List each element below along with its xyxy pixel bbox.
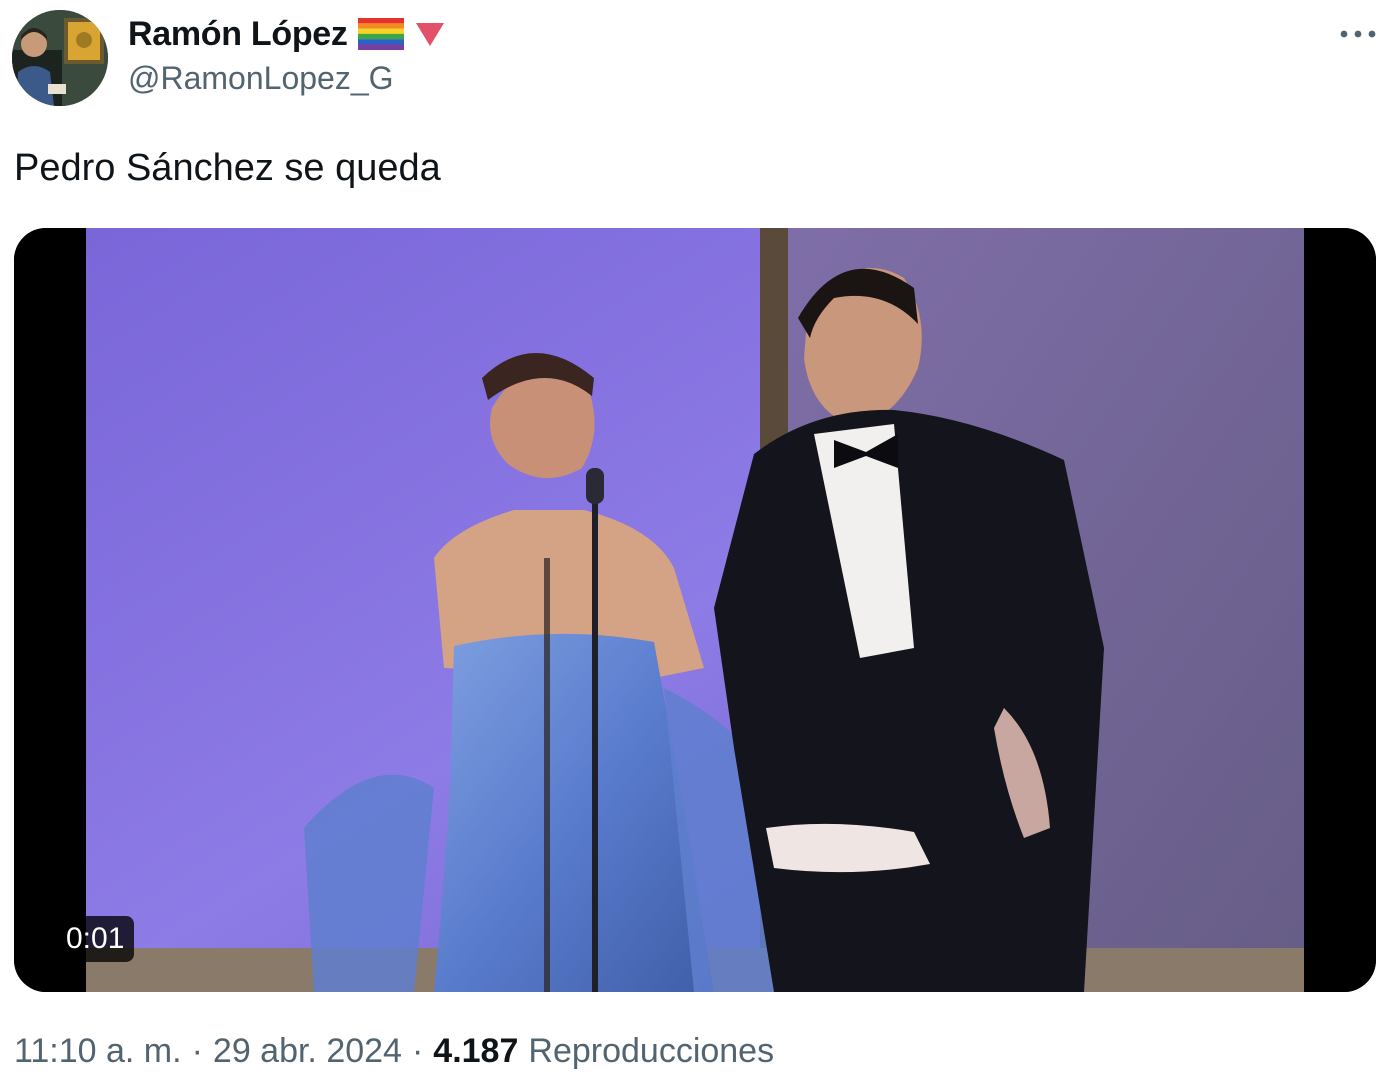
avatar[interactable] xyxy=(12,10,108,106)
tweet-date[interactable]: 29 abr. 2024 xyxy=(213,1032,402,1071)
views-label: Reproducciones xyxy=(528,1032,775,1070)
author-name-row: Ramón López xyxy=(128,12,446,56)
meta-separator: · xyxy=(191,1032,203,1070)
video-player[interactable]: 0:01 xyxy=(14,228,1376,992)
tweet-meta: 11:10 a. m. · 29 abr. 2024 · 4.187 Repro… xyxy=(14,1032,774,1071)
display-name[interactable]: Ramón López xyxy=(128,15,348,54)
tweet-time[interactable]: 11:10 a. m. xyxy=(14,1032,182,1071)
rainbow-flag-icon xyxy=(357,18,404,50)
video-duration-badge: 0:01 xyxy=(56,916,135,962)
red-triangle-icon xyxy=(414,20,446,48)
more-options-icon xyxy=(1340,30,1376,38)
author-handle[interactable]: @RamonLopez_G xyxy=(128,60,394,97)
views-count: 4.187 xyxy=(433,1032,519,1070)
more-options-button[interactable] xyxy=(1334,18,1382,50)
tweet-text: Pedro Sánchez se queda xyxy=(14,147,441,189)
avatar-image xyxy=(12,10,108,106)
meta-separator: · xyxy=(411,1032,424,1070)
video-frame xyxy=(14,228,1376,992)
